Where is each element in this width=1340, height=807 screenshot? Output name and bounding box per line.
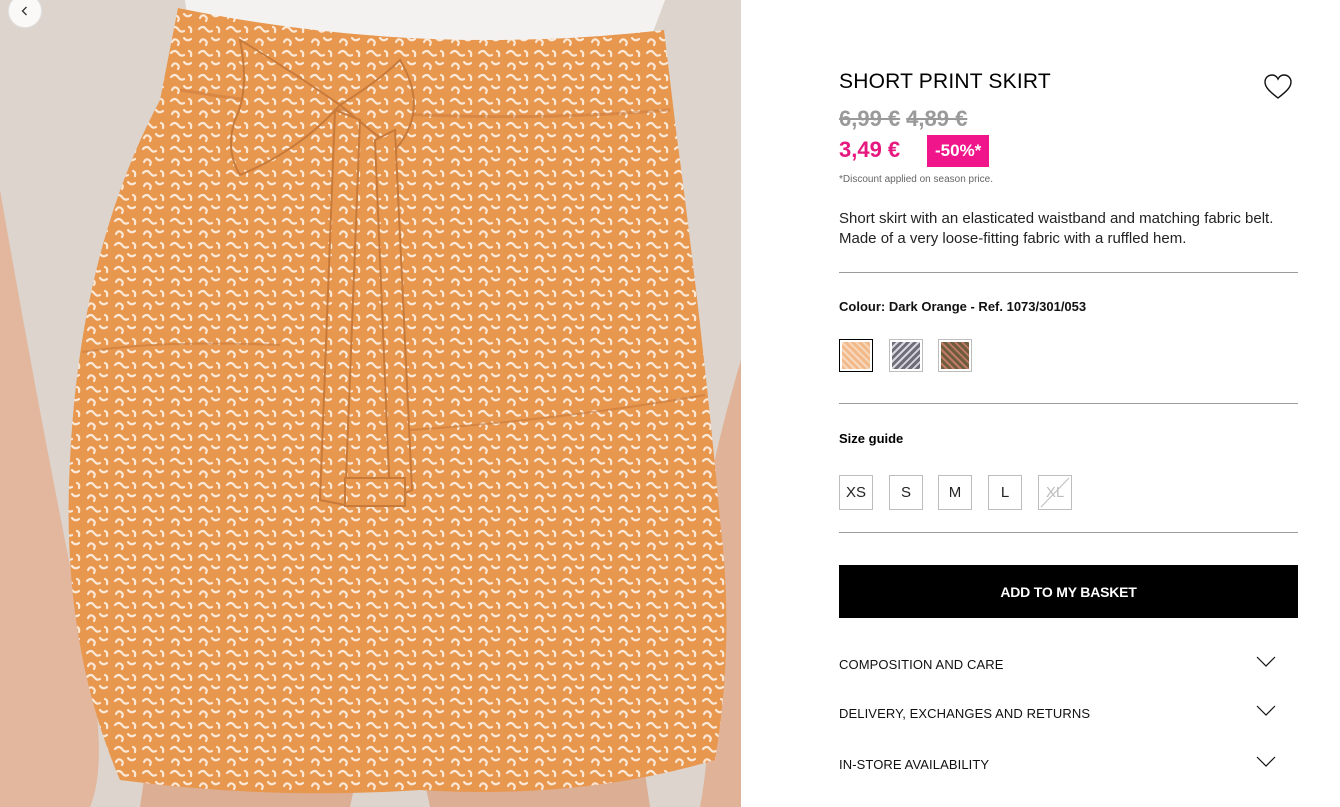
accordion-in-store-availability[interactable]: IN-STORE AVAILABILITY bbox=[839, 756, 1298, 787]
swatch-fill bbox=[892, 342, 920, 369]
colour-label-key: Colour: bbox=[839, 299, 886, 314]
swatch-green-print[interactable] bbox=[938, 339, 972, 372]
swatch-grey-print[interactable] bbox=[889, 339, 923, 372]
swatch-fill bbox=[941, 342, 969, 369]
chevron-down-icon bbox=[1256, 705, 1276, 716]
divider bbox=[839, 272, 1298, 273]
strikethrough-icon bbox=[1040, 477, 1070, 508]
colour-value: Dark Orange - Ref. 1073/301/053 bbox=[888, 299, 1087, 314]
old-prices: 6,99 €4,89 € bbox=[839, 106, 973, 132]
divider bbox=[839, 403, 1298, 404]
accordion-label: COMPOSITION AND CARE bbox=[839, 657, 1004, 672]
divider bbox=[839, 532, 1298, 533]
size-l[interactable]: L bbox=[988, 475, 1022, 510]
discount-note: *Discount applied on season price. bbox=[839, 174, 993, 185]
size-s[interactable]: S bbox=[889, 475, 923, 510]
chevron-left-icon bbox=[21, 6, 27, 16]
chevron-down-icon bbox=[1256, 756, 1276, 767]
swatch-dark-orange[interactable] bbox=[839, 339, 873, 372]
chevron-down-icon bbox=[1256, 656, 1276, 667]
add-to-basket-button[interactable]: ADD TO MY BASKET bbox=[839, 565, 1298, 618]
current-price: 3,49 € bbox=[839, 137, 901, 162]
size-m[interactable]: M bbox=[938, 475, 972, 510]
size-xs[interactable]: XS bbox=[839, 475, 873, 510]
size-guide-link[interactable]: Size guide bbox=[839, 431, 903, 446]
product-description: Short skirt with an elasticated waistban… bbox=[839, 210, 1274, 247]
accordion-label: IN-STORE AVAILABILITY bbox=[839, 757, 990, 772]
product-image[interactable] bbox=[0, 0, 741, 807]
old-price-original: 6,99 € bbox=[839, 106, 901, 131]
size-xl-unavailable[interactable]: XL bbox=[1038, 475, 1072, 510]
skirt-photo bbox=[0, 0, 741, 807]
swatch-fill bbox=[842, 342, 870, 369]
discount-badge: -50%* bbox=[927, 135, 990, 167]
accordion-delivery-returns[interactable]: DELIVERY, EXCHANGES AND RETURNS bbox=[839, 705, 1298, 736]
accordion-label: DELIVERY, EXCHANGES AND RETURNS bbox=[839, 706, 1091, 721]
product-title: SHORT PRINT SKIRT bbox=[839, 70, 1051, 93]
old-price-season: 4,89 € bbox=[906, 106, 968, 131]
heart-outline-icon[interactable] bbox=[1263, 73, 1293, 101]
product-details: SHORT PRINT SKIRT 6,99 €4,89 € 3,49 € -5… bbox=[839, 0, 1298, 807]
colour-label: Colour: Dark Orange - Ref. 1073/301/053 bbox=[839, 299, 1086, 314]
accordion-composition-care[interactable]: COMPOSITION AND CARE bbox=[839, 656, 1298, 687]
